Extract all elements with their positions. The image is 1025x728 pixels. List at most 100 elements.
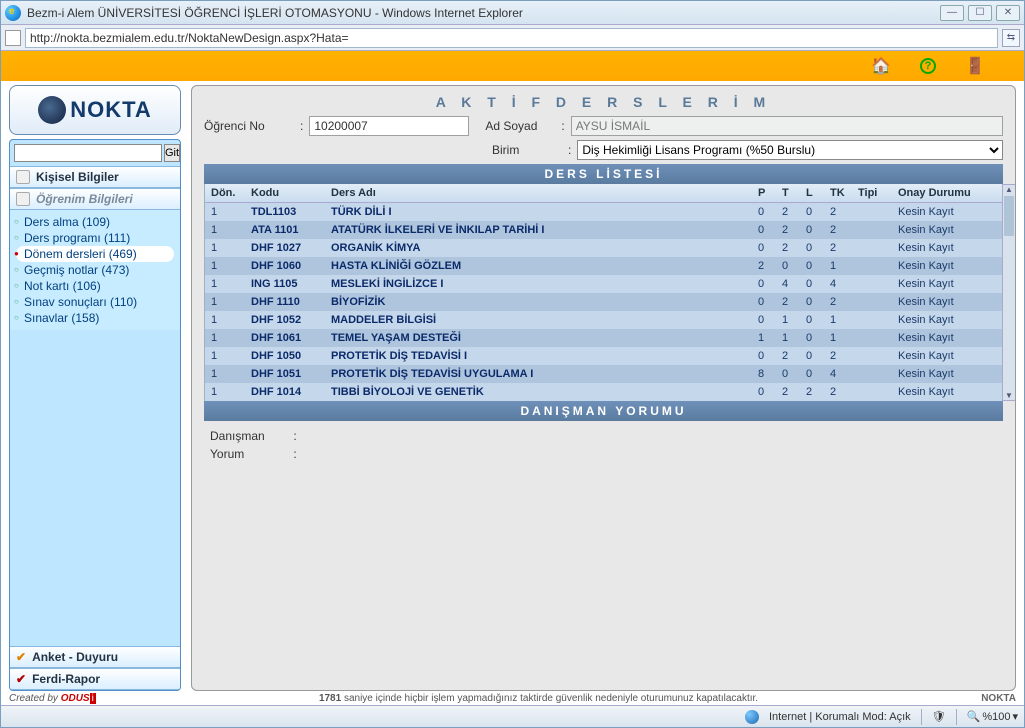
scroll-down-icon[interactable]: ▼ bbox=[1005, 391, 1013, 400]
table-row: 1DHF 1027ORGANİK KİMYA0202Kesin Kayıt bbox=[205, 239, 1002, 257]
help-icon[interactable]: ? bbox=[920, 58, 936, 74]
sidebar-go-button[interactable]: Git bbox=[164, 144, 180, 162]
cell-onay: Kesin Kayıt bbox=[892, 347, 1002, 365]
table-row: 1ING 1105MESLEKİ İNGİLİZCE I0404Kesin Ka… bbox=[205, 275, 1002, 293]
cell-ders[interactable]: ORGANİK KİMYA bbox=[325, 239, 752, 257]
cell-tipi bbox=[852, 293, 892, 311]
sidebar-section-education[interactable]: Öğrenim Bilgileri bbox=[10, 188, 180, 210]
cell-onay: Kesin Kayıt bbox=[892, 221, 1002, 239]
created-by: Created by ODUSi bbox=[9, 693, 96, 704]
cell-ders[interactable]: TÜRK DİLİ I bbox=[325, 203, 752, 222]
cell-tipi bbox=[852, 257, 892, 275]
cell-don: 1 bbox=[205, 221, 245, 239]
cell-p: 0 bbox=[752, 221, 776, 239]
cell-don: 1 bbox=[205, 329, 245, 347]
cell-kodu[interactable]: DHF 1051 bbox=[245, 365, 325, 383]
sidebar-menu-item[interactable]: Dönem dersleri (469) bbox=[16, 246, 174, 262]
cell-onay: Kesin Kayıt bbox=[892, 203, 1002, 222]
protected-mode-icon[interactable]: 🛡 bbox=[932, 710, 946, 723]
chevron-down-icon[interactable]: ▾ bbox=[1012, 710, 1018, 723]
unit-select[interactable]: Diş Hekimliği Lisans Programı (%50 Bursl… bbox=[577, 140, 1003, 160]
logout-icon[interactable]: 🚪 bbox=[966, 57, 984, 75]
sidebar: Git Kişisel Bilgiler Öğrenim Bilgileri D… bbox=[9, 139, 181, 691]
course-table-wrap: Dön. Kodu Ders Adı P T L TK Tipi Onay Du… bbox=[204, 184, 1003, 401]
zoom-control[interactable]: 🔍 %100 ▾ bbox=[967, 710, 1018, 723]
table-row: 1DHF 1014TIBBİ BİYOLOJİ VE GENETİK0222Ke… bbox=[205, 383, 1002, 401]
sidebar-menu-item[interactable]: Sınav sonuçları (110) bbox=[16, 294, 174, 310]
logo-mark-icon bbox=[38, 96, 66, 124]
cell-don: 1 bbox=[205, 257, 245, 275]
scroll-up-icon[interactable]: ▲ bbox=[1005, 185, 1013, 194]
cell-kodu[interactable]: ATA 1101 bbox=[245, 221, 325, 239]
table-row: 1DHF 1051PROTETİK DİŞ TEDAVİSİ UYGULAMA … bbox=[205, 365, 1002, 383]
cell-kodu[interactable]: TDL1103 bbox=[245, 203, 325, 222]
student-no-input[interactable] bbox=[309, 116, 469, 136]
cell-p: 0 bbox=[752, 383, 776, 401]
security-zone: Internet | Korumalı Mod: Açık bbox=[769, 711, 911, 723]
sidebar-menu-item[interactable]: Ders programı (111) bbox=[16, 230, 174, 246]
zoom-value: %100 bbox=[982, 711, 1010, 723]
cell-ders[interactable]: PROTETİK DİŞ TEDAVİSİ UYGULAMA I bbox=[325, 365, 752, 383]
cell-ders[interactable]: ATATÜRK İLKELERİ VE İNKILAP TARİHİ I bbox=[325, 221, 752, 239]
sidebar-search-input[interactable] bbox=[14, 144, 162, 162]
scroll-thumb[interactable] bbox=[1004, 196, 1014, 236]
cell-kodu[interactable]: DHF 1061 bbox=[245, 329, 325, 347]
cell-tk: 2 bbox=[824, 347, 852, 365]
cell-ders[interactable]: MADDELER BİLGİSİ bbox=[325, 311, 752, 329]
cell-ders[interactable]: MESLEKİ İNGİLİZCE I bbox=[325, 275, 752, 293]
cell-ders[interactable]: HASTA KLİNİĞİ GÖZLEM bbox=[325, 257, 752, 275]
cell-t: 2 bbox=[776, 293, 800, 311]
cell-tk: 2 bbox=[824, 203, 852, 222]
section-courses-header: DERS LİSTESİ bbox=[204, 164, 1003, 184]
compat-icon[interactable]: ⇆ bbox=[1002, 29, 1020, 47]
sidebar-item-survey[interactable]: ✔ Anket - Duyuru bbox=[10, 646, 180, 668]
cell-kodu[interactable]: DHF 1060 bbox=[245, 257, 325, 275]
cell-ders[interactable]: TIBBİ BİYOLOJİ VE GENETİK bbox=[325, 383, 752, 401]
page-title: A K T İ F D E R S L E R İ M bbox=[204, 94, 1003, 110]
cell-p: 2 bbox=[752, 257, 776, 275]
cell-kodu[interactable]: DHF 1110 bbox=[245, 293, 325, 311]
cell-tipi bbox=[852, 311, 892, 329]
cell-kodu[interactable]: DHF 1052 bbox=[245, 311, 325, 329]
cell-don: 1 bbox=[205, 293, 245, 311]
minimize-button[interactable]: — bbox=[940, 5, 964, 21]
cell-tipi bbox=[852, 203, 892, 222]
cell-kodu[interactable]: DHF 1027 bbox=[245, 239, 325, 257]
page-icon bbox=[5, 30, 21, 46]
cell-t: 2 bbox=[776, 347, 800, 365]
url-input[interactable] bbox=[25, 28, 998, 48]
sidebar-section-personal[interactable]: Kişisel Bilgiler bbox=[10, 166, 180, 188]
col-p: P bbox=[752, 184, 776, 203]
cell-kodu[interactable]: DHF 1050 bbox=[245, 347, 325, 365]
cell-tk: 4 bbox=[824, 275, 852, 293]
globe-icon bbox=[745, 710, 759, 724]
cell-ders[interactable]: TEMEL YAŞAM DESTEĞİ bbox=[325, 329, 752, 347]
cell-l: 0 bbox=[800, 221, 824, 239]
home-icon[interactable]: 🏠 bbox=[872, 57, 890, 75]
check-icon: ✔ bbox=[16, 672, 26, 686]
sidebar-menu-item[interactable]: Ders alma (109) bbox=[16, 214, 174, 230]
cell-t: 2 bbox=[776, 239, 800, 257]
cell-kodu[interactable]: DHF 1014 bbox=[245, 383, 325, 401]
scrollbar[interactable]: ▲ ▼ bbox=[1002, 184, 1016, 401]
cell-tipi bbox=[852, 347, 892, 365]
sidebar-menu-item[interactable]: Geçmiş notlar (473) bbox=[16, 262, 174, 278]
cell-don: 1 bbox=[205, 311, 245, 329]
cell-kodu[interactable]: ING 1105 bbox=[245, 275, 325, 293]
close-button[interactable]: ✕ bbox=[996, 5, 1020, 21]
cell-onay: Kesin Kayıt bbox=[892, 293, 1002, 311]
sidebar-menu-item[interactable]: Sınavlar (158) bbox=[16, 310, 174, 326]
cell-onay: Kesin Kayıt bbox=[892, 257, 1002, 275]
col-ders: Ders Adı bbox=[325, 184, 752, 203]
sidebar-item-label: Anket - Duyuru bbox=[32, 650, 118, 664]
cell-ders[interactable]: BİYOFİZİK bbox=[325, 293, 752, 311]
sidebar-menu-item[interactable]: Not kartı (106) bbox=[16, 278, 174, 294]
sidebar-item-report[interactable]: ✔ Ferdi-Rapor bbox=[10, 668, 180, 690]
cell-onay: Kesin Kayıt bbox=[892, 275, 1002, 293]
cell-ders[interactable]: PROTETİK DİŞ TEDAVİSİ I bbox=[325, 347, 752, 365]
cell-l: 2 bbox=[800, 383, 824, 401]
cell-t: 2 bbox=[776, 383, 800, 401]
window: Bezm-i Alem ÜNİVERSİTESİ ÖĞRENCİ İŞLERİ … bbox=[0, 0, 1025, 728]
table-row: 1DHF 1061TEMEL YAŞAM DESTEĞİ1101Kesin Ka… bbox=[205, 329, 1002, 347]
maximize-button[interactable]: ☐ bbox=[968, 5, 992, 21]
